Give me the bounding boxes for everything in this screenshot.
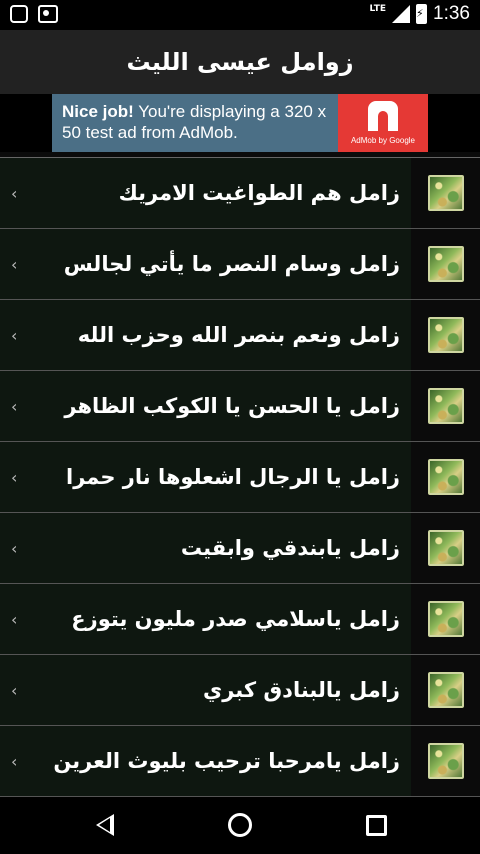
zamel-thumbnail-icon bbox=[428, 246, 464, 282]
chevron-left-icon: ‹ bbox=[11, 610, 18, 629]
home-icon[interactable] bbox=[228, 813, 252, 837]
zamel-thumbnail-icon bbox=[428, 459, 464, 495]
app-bar: زوامل عيسى الليث bbox=[0, 30, 480, 94]
zamel-thumbnail-icon bbox=[428, 530, 464, 566]
list-item[interactable]: ‹ زامل يالبنادق كبري bbox=[0, 655, 480, 726]
chevron-left-icon: ‹ bbox=[11, 681, 18, 700]
list-item[interactable]: ‹ زامل يابندقي وابقيت bbox=[0, 513, 480, 584]
chevron-left-icon: ‹ bbox=[11, 397, 18, 416]
ad-headline-bold: Nice job! bbox=[62, 102, 134, 121]
chevron-left-icon: ‹ bbox=[11, 752, 18, 771]
network-type: LTE bbox=[369, 4, 387, 14]
recents-icon[interactable] bbox=[366, 815, 387, 836]
back-icon[interactable] bbox=[96, 814, 114, 836]
list-item[interactable]: ‹ زامل وسام النصر ما يأتي لجالس bbox=[0, 229, 480, 300]
chevron-left-icon: ‹ bbox=[11, 539, 18, 558]
zamel-thumbnail-icon bbox=[428, 601, 464, 637]
page-title: زوامل عيسى الليث bbox=[126, 48, 354, 76]
list-item-title: زامل يالبنادق كبري bbox=[203, 678, 400, 702]
admob-icon bbox=[368, 101, 398, 131]
zamel-thumbnail-icon bbox=[428, 317, 464, 353]
ad-banner[interactable]: Nice job! You're displaying a 320 x 50 t… bbox=[52, 94, 428, 152]
list-item[interactable]: ‹ زامل ياسلامي صدر مليون يتوزع bbox=[0, 584, 480, 655]
chevron-left-icon: ‹ bbox=[11, 468, 18, 487]
chevron-left-icon: ‹ bbox=[11, 255, 18, 274]
list-item-title: زامل ياسلامي صدر مليون يتوزع bbox=[71, 607, 400, 631]
zamel-thumbnail-icon bbox=[428, 175, 464, 211]
chevron-left-icon: ‹ bbox=[11, 184, 18, 203]
gallery-icon bbox=[10, 5, 28, 23]
list-item[interactable]: ‹ زامل هم الطواغيت الامريك bbox=[0, 158, 480, 229]
media-icon bbox=[38, 5, 58, 23]
list-item[interactable]: ‹ زامل ونعم بنصر الله وحزب الله bbox=[0, 300, 480, 371]
list-item-title: زامل وسام النصر ما يأتي لجالس bbox=[63, 252, 400, 276]
list-item-title: زامل يابندقي وابقيت bbox=[180, 536, 400, 560]
ad-logo-caption: AdMob by Google bbox=[350, 136, 416, 145]
list-item[interactable]: ‹ زامل يا الحسن يا الكوكب الظاهر bbox=[0, 371, 480, 442]
list-item[interactable]: ‹ زامل يامرحبا ترحيب بليوث العرين bbox=[0, 726, 480, 797]
list-item-title: زامل يا الرجال اشعلوها نار حمرا bbox=[66, 465, 400, 489]
list-item-title: زامل يا الحسن يا الكوكب الظاهر bbox=[64, 394, 400, 418]
status-left-icons bbox=[10, 5, 58, 23]
list-item-title: زامل هم الطواغيت الامريك bbox=[118, 181, 400, 205]
status-right: LTE 1:36 bbox=[369, 3, 470, 25]
chevron-left-icon: ‹ bbox=[11, 326, 18, 345]
zamel-thumbnail-icon bbox=[428, 743, 464, 779]
list-item-title: زامل ونعم بنصر الله وحزب الله bbox=[77, 323, 400, 347]
admob-logo[interactable]: AdMob by Google bbox=[338, 94, 428, 152]
status-bar: LTE 1:36 bbox=[0, 0, 480, 30]
clock: 1:36 bbox=[433, 3, 470, 24]
signal-icon bbox=[392, 5, 411, 23]
ad-text[interactable]: Nice job! You're displaying a 320 x 50 t… bbox=[52, 94, 338, 152]
list-item[interactable]: ‹ زامل يا الرجال اشعلوها نار حمرا bbox=[0, 442, 480, 513]
zamel-list: ‹ زامل هم الطواغيت الامريك ‹ زامل وسام ا… bbox=[0, 152, 480, 797]
battery-charging-icon bbox=[416, 4, 428, 24]
zamel-thumbnail-icon bbox=[428, 672, 464, 708]
zamel-thumbnail-icon bbox=[428, 388, 464, 424]
list-item-title: زامل يامرحبا ترحيب بليوث العرين bbox=[53, 749, 400, 773]
navigation-bar bbox=[0, 798, 480, 854]
